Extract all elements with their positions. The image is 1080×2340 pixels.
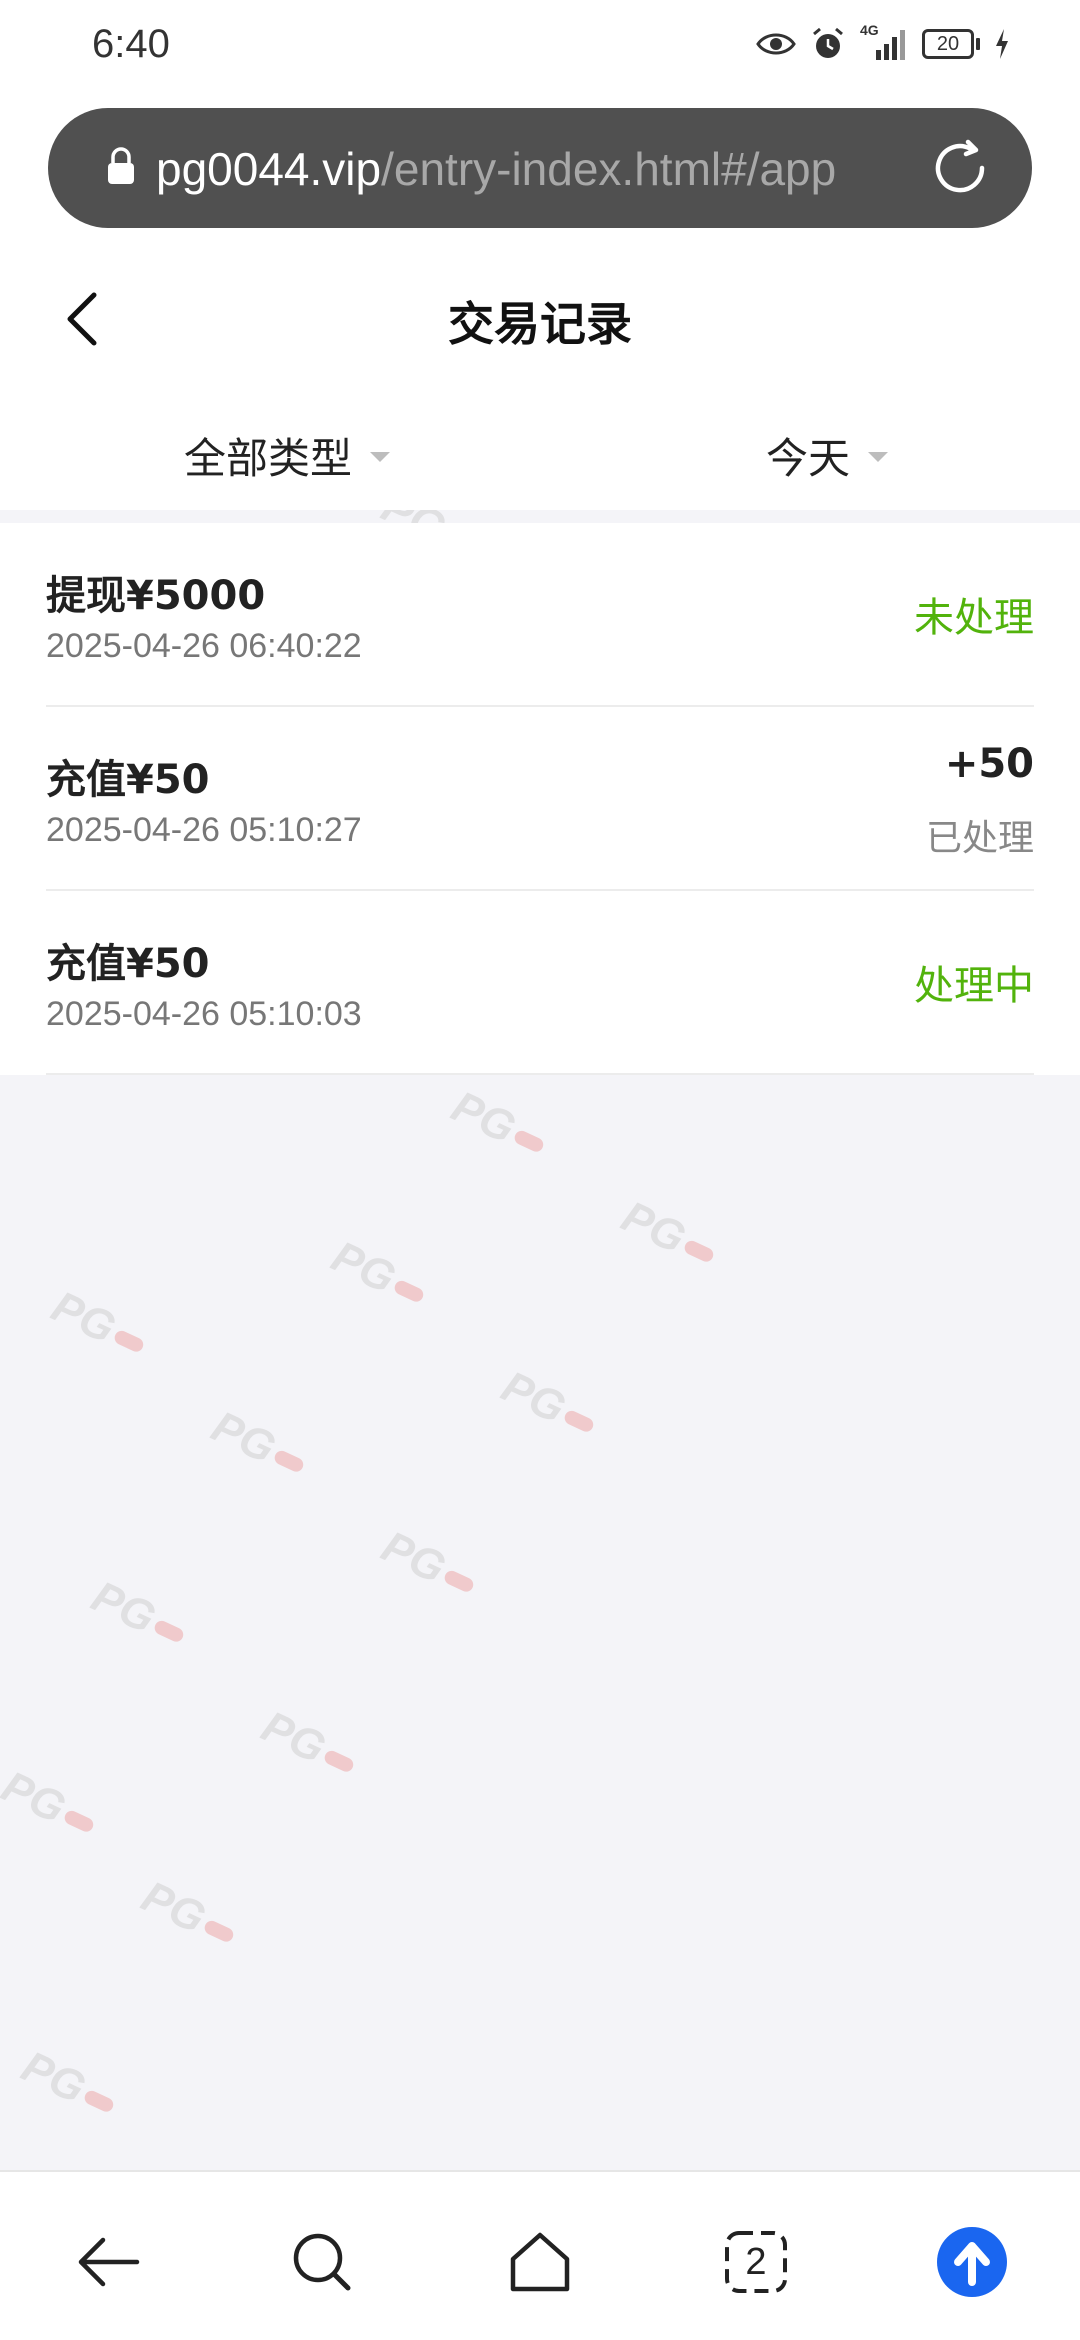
transaction-amount: +50 [944, 741, 1034, 787]
transaction-list: 提现¥5000 2025-04-26 06:40:22 未处理 充值¥50 20… [0, 523, 1080, 1075]
status-time: 6:40 [92, 22, 170, 66]
watermark: PG [14, 2042, 124, 2129]
lock-icon [108, 147, 134, 184]
watermark: PG [0, 1762, 104, 1849]
alarm-icon [813, 27, 843, 58]
nav-search-button[interactable] [282, 2222, 362, 2302]
url-path: /entry-index.html#/app [381, 143, 837, 195]
nav-tabs-button[interactable]: 2 [716, 2222, 796, 2302]
battery-level: 20 [922, 29, 974, 59]
transaction-row[interactable]: 充值¥50 2025-04-26 05:10:03 处理中 [46, 891, 1034, 1075]
watermark: PG [324, 1232, 434, 1319]
page-header: 交易记录 [0, 250, 1080, 385]
caret-down-icon [868, 452, 889, 462]
battery-icon: 20 [922, 29, 980, 59]
status-bar: 6:40 4G 20 [0, 0, 1080, 90]
date-filter-label: 今天 [766, 433, 851, 483]
transaction-status: 未处理 [914, 595, 1034, 641]
transaction-title: 充值¥50 [46, 941, 210, 987]
transaction-time: 2025-04-26 05:10:27 [46, 811, 362, 849]
arrow-up-circle-icon [937, 2227, 1007, 2297]
browser-toolbar: pg0044.vip/entry-index.html#/app [0, 90, 1080, 250]
page: PG PG PG PG PG PG PG PG PG PG PG PG PG P… [0, 0, 1080, 2340]
watermark: PG [254, 1702, 364, 1789]
arrow-left-icon [78, 2237, 140, 2287]
status-icons: 4G 20 [756, 22, 1010, 66]
home-icon [510, 2232, 570, 2292]
type-filter-dropdown[interactable]: 全部类型 [184, 425, 391, 485]
filter-bar: 全部类型 今天 [0, 385, 1080, 510]
network-indicator: 4G [860, 22, 908, 62]
watermark: PG [374, 1522, 484, 1609]
url-text[interactable]: pg0044.vip/entry-index.html#/app [156, 134, 936, 204]
transaction-status: 处理中 [914, 963, 1034, 1009]
nav-home-button[interactable] [500, 2222, 580, 2302]
transaction-time: 2025-04-26 05:10:03 [46, 995, 362, 1033]
url-domain: pg0044.vip [156, 143, 382, 195]
watermark: PG [614, 1192, 724, 1279]
watermark: PG [204, 1402, 314, 1489]
nav-upload-button[interactable] [932, 2222, 1012, 2302]
eye-icon [756, 33, 796, 55]
browser-bottom-nav: 2 [0, 2170, 1080, 2340]
transaction-time: 2025-04-26 06:40:22 [46, 627, 362, 665]
signal-icon [876, 30, 905, 60]
transaction-row[interactable]: 充值¥50 2025-04-26 05:10:27 +50 已处理 [46, 707, 1034, 891]
search-icon [293, 2233, 351, 2291]
address-bar[interactable]: pg0044.vip/entry-index.html#/app [48, 108, 1032, 228]
transaction-row[interactable]: 提现¥5000 2025-04-26 06:40:22 未处理 [46, 523, 1034, 707]
watermark: PG [494, 1362, 604, 1449]
watermark: PG [44, 1282, 154, 1369]
page-title: 交易记录 [448, 297, 632, 351]
caret-down-icon [370, 452, 391, 462]
tab-count: 2 [745, 2240, 767, 2283]
transaction-title: 提现¥5000 [46, 573, 266, 619]
date-filter-dropdown[interactable]: 今天 [766, 425, 889, 485]
nav-back-button[interactable] [68, 2222, 148, 2302]
watermark: PG [84, 1572, 194, 1659]
watermark: PG [134, 1872, 244, 1959]
transaction-status: 已处理 [925, 818, 1034, 859]
reload-icon[interactable] [928, 136, 992, 200]
charging-icon [996, 29, 1008, 59]
watermark: PG [444, 1082, 554, 1169]
type-filter-label: 全部类型 [184, 433, 353, 483]
transaction-title: 充值¥50 [46, 757, 210, 803]
